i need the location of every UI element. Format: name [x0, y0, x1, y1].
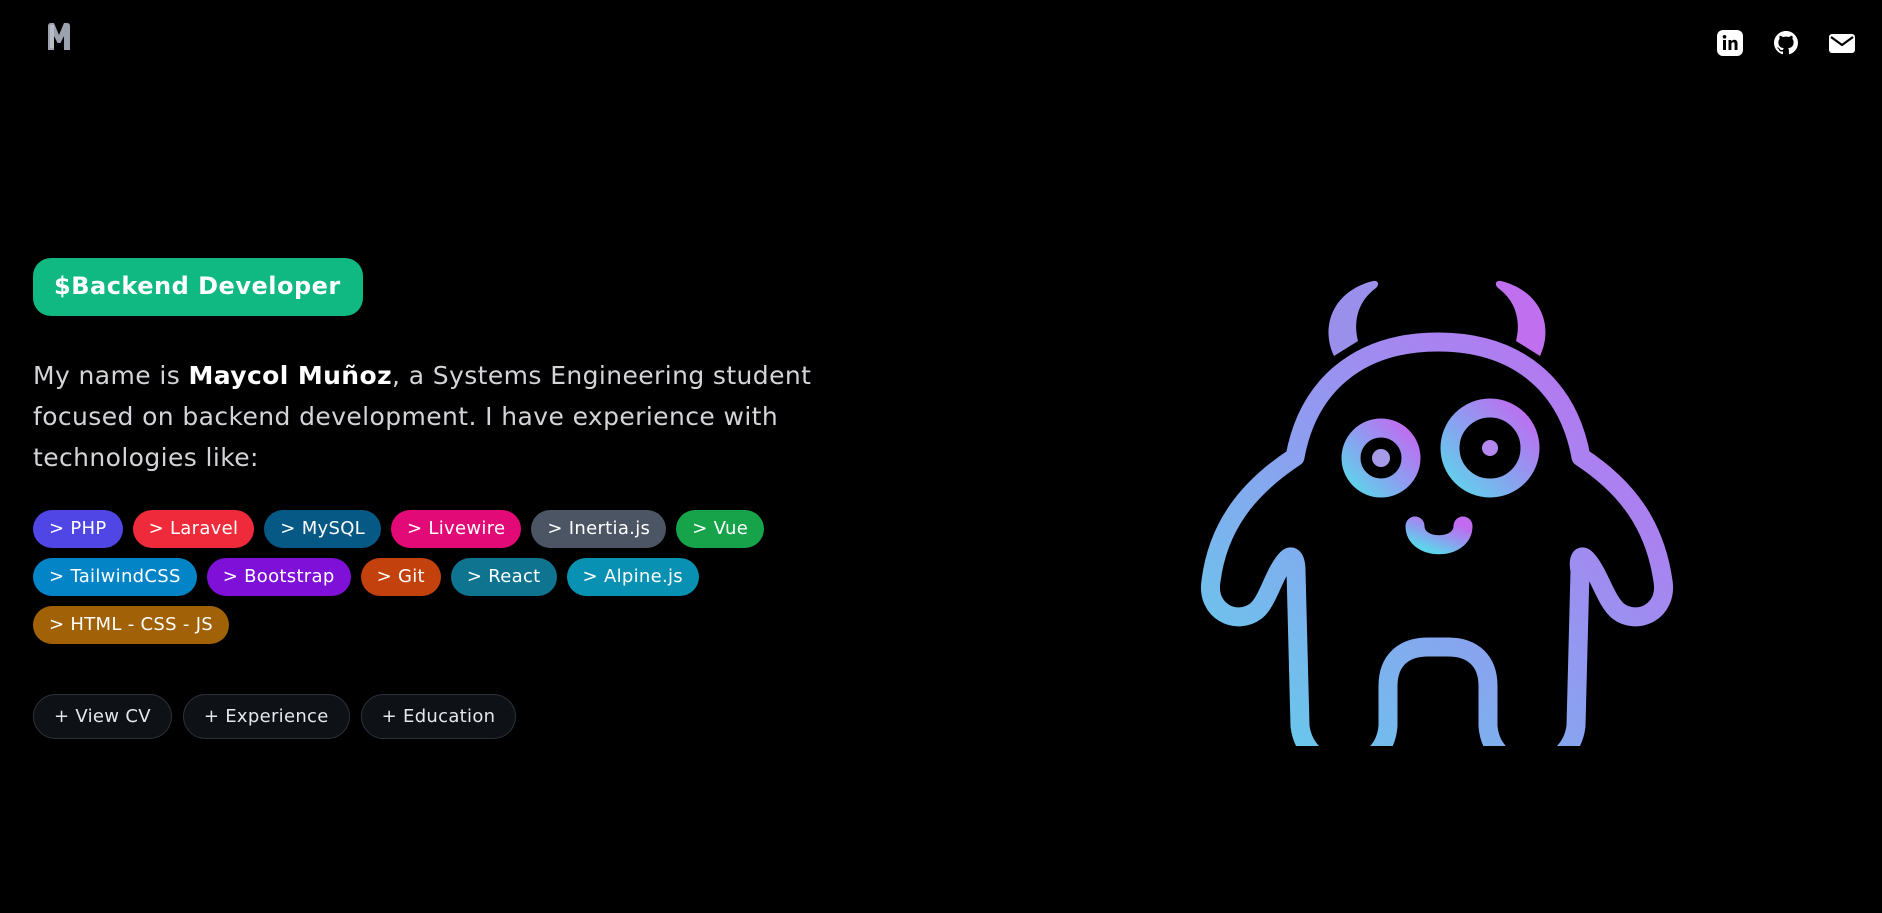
intro-prefix: My name is	[33, 361, 189, 390]
tech-tag[interactable]: > TailwindCSS	[33, 558, 197, 596]
tech-tag[interactable]: > HTML - CSS - JS	[33, 606, 230, 644]
tech-tag[interactable]: > Livewire	[391, 510, 522, 548]
m-logo-icon[interactable]	[46, 22, 72, 52]
github-icon[interactable]	[1772, 29, 1800, 57]
tech-tag[interactable]: > Alpine.js	[566, 558, 699, 596]
action-buttons: + View CV + Experience + Education	[33, 694, 813, 739]
hero-content: $Backend Developer My name is Maycol Muñ…	[33, 258, 813, 739]
tech-tag[interactable]: > Inertia.js	[531, 510, 667, 548]
tech-tag[interactable]: > Bootstrap	[206, 558, 351, 596]
education-button[interactable]: + Education	[360, 694, 517, 739]
experience-button[interactable]: + Experience	[182, 694, 350, 739]
monster-illustration	[1168, 266, 1708, 746]
tech-tag[interactable]: > Laravel	[132, 510, 255, 548]
linkedin-icon[interactable]	[1716, 29, 1744, 57]
portfolio-page: $Backend Developer My name is Maycol Muñ…	[0, 0, 1882, 913]
mail-icon[interactable]	[1828, 29, 1856, 57]
intro-name: Maycol Muñoz	[188, 361, 393, 390]
social-links	[1716, 29, 1856, 57]
tech-tag[interactable]: > React	[450, 558, 557, 596]
intro-text: My name is Maycol Muñoz, a Systems Engin…	[33, 355, 823, 478]
tech-tag[interactable]: > MySQL	[264, 510, 382, 548]
role-badge: $Backend Developer	[33, 258, 363, 316]
tech-tags: > PHP > Laravel > MySQL > Livewire > Inertia…	[33, 510, 793, 644]
view-cv-button[interactable]: + View CV	[33, 694, 172, 739]
tech-tag[interactable]: > Vue	[676, 510, 765, 548]
tech-tag[interactable]: > PHP	[33, 510, 123, 548]
tech-tag[interactable]: > Git	[360, 558, 441, 596]
